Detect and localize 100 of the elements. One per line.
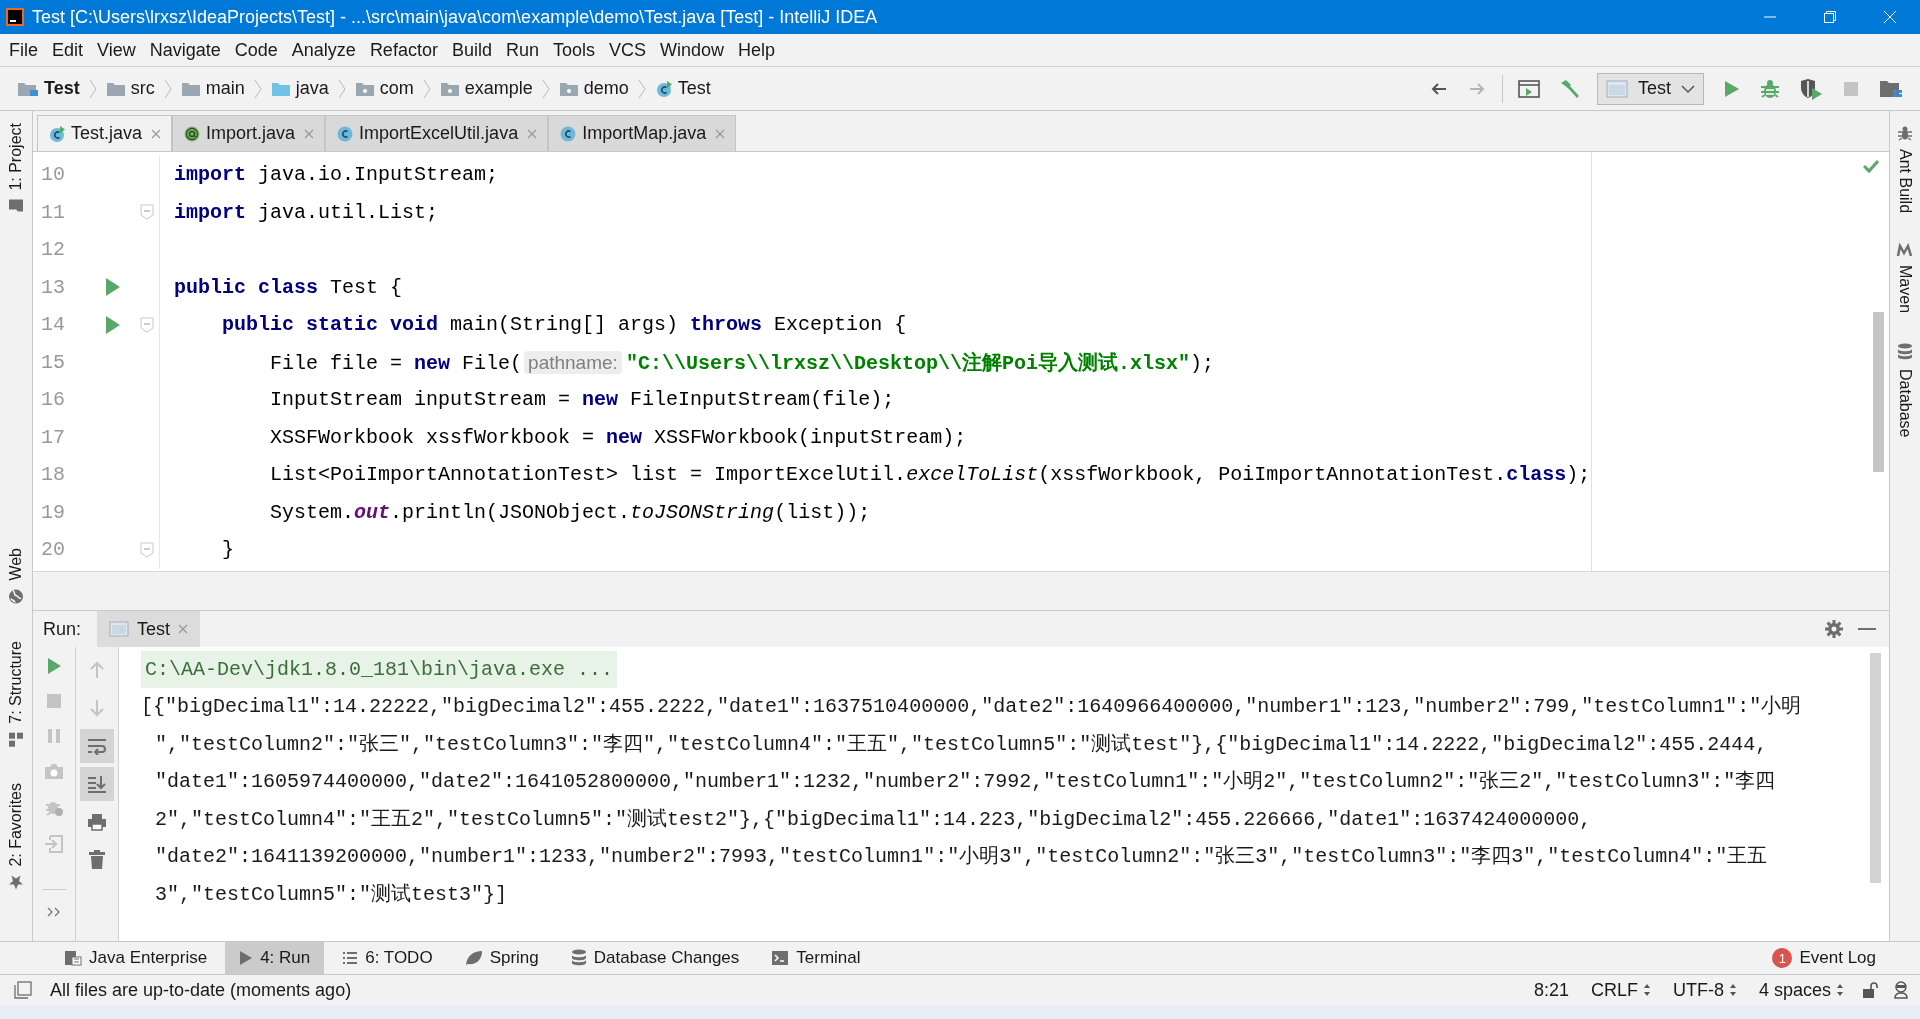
code-line: InputStream inputStream = new FileInputStream(file); [269,388,895,412]
breadcrumb[interactable]: src [102,76,158,101]
close-icon[interactable] [304,128,315,139]
breadcrumb[interactable]: Test [14,76,83,101]
list-icon [342,951,359,965]
rerun-icon[interactable] [45,657,63,675]
close-icon[interactable] [715,128,726,139]
menu-item[interactable]: Tools [545,36,602,64]
line-number: 18 [40,463,66,487]
chevron-icon [422,78,431,99]
run-configuration-dropdown[interactable]: Test [1597,72,1704,105]
folder-icon [105,80,126,97]
editor-tab[interactable]: Import.java [172,115,326,151]
tool-window-tab[interactable]: Spring [450,942,553,974]
stop-icon[interactable] [45,692,63,710]
line-number: 13 [40,275,66,299]
tool-window-button[interactable]: Database [1893,339,1917,442]
code-line: import java.io.InputStream; [174,163,499,187]
fold-marker-icon[interactable] [140,541,154,558]
encoding-selector[interactable]: UTF-8 [1668,979,1741,1001]
menu-item[interactable]: Build [444,36,499,64]
tool-windows-icon[interactable] [14,981,32,999]
camera-icon[interactable] [44,762,64,780]
menu-item[interactable]: View [90,36,143,64]
star-icon [8,875,24,891]
fold-marker-icon[interactable] [140,316,154,333]
menu-item[interactable]: Refactor [362,36,445,64]
updown-icon [1642,983,1651,997]
code-line: List<PoiImportAnnotationTest> list = ImportExcelUtil.excelToList(xssfWorkbook, PoiImportAnnotationTest.class); [269,463,1591,487]
window-title: Test [C:\Users\lrxsz\IdeaProjects\Test] - ...\src\main\java\com\example\demo\Test.java [Test] - IntelliJ IDEA [32,6,878,28]
code-line: import java.util.List; [174,200,439,224]
editor-tab[interactable]: ImportMap.java [548,115,737,151]
lock-icon[interactable] [1862,981,1878,999]
minimize-icon [1858,627,1876,631]
tool-window-tab[interactable]: Java Enterprise [50,942,222,974]
tool-window-button[interactable]: Ant Build [1893,121,1917,218]
breadcrumb[interactable]: com [351,76,417,101]
tool-window-button[interactable]: Maven [1893,239,1917,318]
menu-item[interactable]: Window [653,36,732,64]
panel-title: Run: [43,618,82,640]
breadcrumb[interactable]: main [177,76,248,101]
tool-window-tab[interactable]: 6: TODO [328,942,447,974]
pause-icon[interactable] [45,727,63,745]
annotation-icon [183,124,202,143]
tool-window-button[interactable]: 1: Project [4,119,28,217]
restore-icon [1823,10,1837,24]
tool-window-tab[interactable]: Database Changes [556,942,754,974]
shield-play-icon [1799,77,1823,100]
tool-window-tab[interactable]: Terminal [757,942,875,974]
more-icon[interactable] [47,907,61,917]
editor-tab[interactable]: Test.java [37,115,173,151]
soft-wrap-icon [87,737,107,755]
chevron-icon [637,78,646,99]
run-tab[interactable]: Test [97,611,201,647]
tool-window-button[interactable]: 2: Favorites [4,779,28,895]
class-icon [559,124,578,143]
breadcrumb[interactable]: example [436,76,536,101]
line-number: 17 [40,425,66,449]
fold-marker-icon[interactable] [140,204,154,221]
console-output-line: ","testColumn2":"张三","testColumn3":"李四","testColumn4":"王五","testColumn5":"测试test"},{"bigDecimal1":14.2222,"bigDecimal2":455.2444, [154,731,1769,758]
console-window-icon [1518,78,1540,99]
console-action-button[interactable] [80,767,114,801]
chevron-icon [88,78,97,99]
menu-item[interactable]: Code [227,36,285,64]
breadcrumb[interactable]: Test [651,76,714,101]
exit-icon[interactable] [44,834,64,854]
menu-item[interactable]: Help [731,36,783,64]
breadcrumb[interactable]: java [267,76,332,101]
menu-item[interactable]: File [2,36,45,64]
updown-icon [1836,983,1844,997]
tool-window-tab[interactable]: 4: Run [225,942,325,974]
tool-window-button[interactable]: Web [4,544,28,609]
close-icon[interactable] [178,624,189,634]
event-log-button[interactable]: 1 Event Log [1758,942,1890,974]
inspector-icon[interactable] [1892,981,1910,999]
scrollbar-thumb[interactable] [1870,653,1881,883]
menu-item[interactable]: Navigate [142,36,228,64]
menu-item[interactable]: VCS [602,36,653,64]
line-separator-selector[interactable]: CRLF [1586,979,1655,1001]
close-icon[interactable] [151,128,162,139]
editor-tab[interactable]: ImportExcelUtil.java [325,115,549,151]
caret-position[interactable]: 8:21 [1529,979,1573,1001]
notification-badge: 1 [1772,948,1793,968]
scrollbar-thumb[interactable] [1873,312,1884,472]
run-gutter-icon[interactable] [105,277,121,298]
run-gutter-icon[interactable] [105,314,121,335]
menu-item[interactable]: Edit [45,36,91,64]
menu-item[interactable]: Run [498,36,546,64]
console-action-button[interactable] [80,729,114,763]
line-number: 12 [40,238,66,262]
tool-window-button[interactable]: 7: Structure [4,636,28,752]
checkmark-icon [1863,160,1879,174]
chevron-icon [253,78,262,99]
database-icon [1897,343,1913,362]
menu-item[interactable]: Analyze [284,36,363,64]
breadcrumb[interactable]: demo [555,76,632,101]
console-command: C:\AA-Dev\jdk1.8.0_181\bin\java.exe ... [141,651,618,688]
indent-selector[interactable]: 4 spaces [1754,979,1848,1001]
line-number: 19 [40,500,66,524]
close-icon[interactable] [527,128,538,139]
